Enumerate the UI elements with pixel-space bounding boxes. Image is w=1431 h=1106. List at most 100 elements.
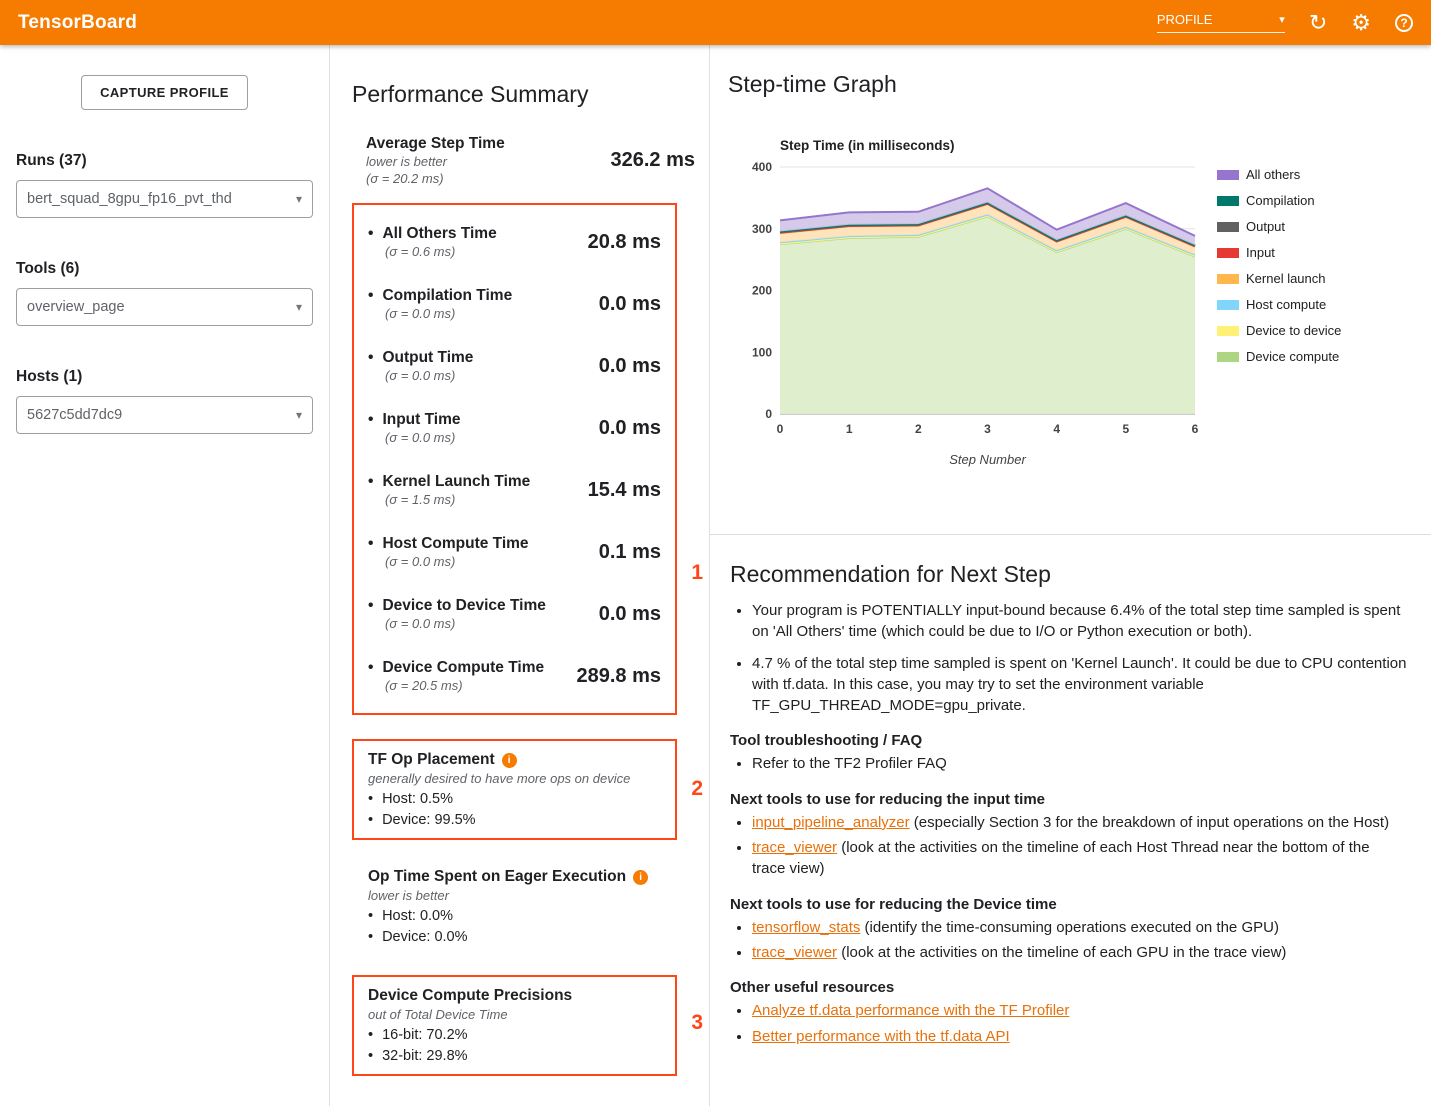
average-step-time-row: Average Step Time lower is better (σ = 2… xyxy=(366,134,695,187)
hosts-select-value: 5627c5dd7dc9 xyxy=(27,407,122,423)
faq-item: Refer to the TF2 Profiler FAQ xyxy=(752,753,1407,774)
annotation-box-2: 2 TF Op Placement i generally desired to… xyxy=(352,739,677,840)
dashboard-select[interactable]: PROFILE ▾ xyxy=(1157,12,1285,33)
tool-item: tensorflow_stats (identify the time-cons… xyxy=(752,917,1407,938)
main-layout: CAPTURE PROFILE Runs (37) bert_squad_8gp… xyxy=(0,45,1431,1106)
legend-label: Device to device xyxy=(1246,323,1341,338)
info-icon[interactable]: i xyxy=(502,753,517,768)
metric-row: Input Time (σ = 0.0 ms) 0.0 ms xyxy=(368,397,661,459)
chevron-down-icon: ▾ xyxy=(296,300,302,314)
legend-item: Kernel launch xyxy=(1217,271,1341,286)
annotation-number-3: 3 xyxy=(691,1011,703,1035)
precisions-title: Device Compute Precisions xyxy=(368,987,661,1005)
legend-label: Compilation xyxy=(1246,193,1315,208)
metric-name: Kernel Launch Time xyxy=(368,472,530,491)
svg-text:2: 2 xyxy=(915,422,922,436)
right-panel: Step-time Graph Step Time (in millisecon… xyxy=(710,45,1431,1106)
svg-text:0: 0 xyxy=(777,422,784,436)
app-title: TensorBoard xyxy=(18,12,137,34)
metric-row: Device to Device Time (σ = 0.0 ms) 0.0 m… xyxy=(368,583,661,645)
metric-row: Device Compute Time (σ = 20.5 ms) 289.8 … xyxy=(368,645,661,707)
capture-profile-button[interactable]: CAPTURE PROFILE xyxy=(81,75,248,110)
legend-swatch xyxy=(1217,352,1239,362)
reload-icon[interactable]: ↻ xyxy=(1309,12,1327,34)
svg-text:Step Number: Step Number xyxy=(949,452,1026,467)
settings-gear-icon[interactable]: ⚙ xyxy=(1351,12,1371,34)
performance-summary-panel: Performance Summary Average Step Time lo… xyxy=(330,45,710,1106)
trace-viewer-link[interactable]: trace_viewer xyxy=(752,944,837,961)
chevron-down-icon: ▾ xyxy=(1279,13,1285,26)
hosts-select[interactable]: 5627c5dd7dc9 ▾ xyxy=(16,396,313,434)
metric-name: Output Time xyxy=(368,348,473,367)
svg-text:3: 3 xyxy=(984,422,991,436)
annotation-number-2: 2 xyxy=(691,777,703,801)
metric-sigma: (σ = 20.2 ms) xyxy=(366,170,505,187)
svg-text:6: 6 xyxy=(1192,422,1199,436)
legend-label: Device compute xyxy=(1246,349,1339,364)
legend-swatch xyxy=(1217,300,1239,310)
tools-select[interactable]: overview_page ▾ xyxy=(16,288,313,326)
legend-item: Input xyxy=(1217,245,1341,260)
legend-item: Host compute xyxy=(1217,297,1341,312)
legend-swatch xyxy=(1217,248,1239,258)
legend-label: All others xyxy=(1246,167,1300,182)
tf-op-placement-device: Device: 99.5% xyxy=(368,812,661,828)
legend-swatch xyxy=(1217,170,1239,180)
metric-value: 20.8 ms xyxy=(588,231,661,254)
svg-text:1: 1 xyxy=(846,422,853,436)
metric-value: 0.1 ms xyxy=(599,541,661,564)
metric-row: Kernel Launch Time (σ = 1.5 ms) 15.4 ms xyxy=(368,459,661,521)
recommendation-bullet: 4.7 % of the total step time sampled is … xyxy=(752,653,1407,717)
step-time-graph-section: Step-time Graph Step Time (in millisecon… xyxy=(710,45,1431,535)
help-icon[interactable]: ? xyxy=(1395,14,1413,32)
metric-sigma: (σ = 0.0 ms) xyxy=(385,305,512,322)
metric-name: Device to Device Time xyxy=(368,596,546,615)
metric-value: 15.4 ms xyxy=(588,479,661,502)
metric-value: 0.0 ms xyxy=(599,417,661,440)
legend-swatch xyxy=(1217,326,1239,336)
metric-sigma: (σ = 0.0 ms) xyxy=(385,615,546,632)
recommendation-title: Recommendation for Next Step xyxy=(730,561,1407,588)
input-pipeline-analyzer-link[interactable]: input_pipeline_analyzer xyxy=(752,814,910,831)
svg-text:100: 100 xyxy=(752,345,772,359)
trace-viewer-link[interactable]: trace_viewer xyxy=(752,839,837,856)
metric-note: lower is better xyxy=(366,153,505,170)
legend-item: Device compute xyxy=(1217,349,1341,364)
hosts-label: Hosts (1) xyxy=(16,368,313,386)
sidebar: CAPTURE PROFILE Runs (37) bert_squad_8gp… xyxy=(0,45,330,1106)
info-icon[interactable]: i xyxy=(633,870,648,885)
metric-value: 0.0 ms xyxy=(599,293,661,316)
tfdata-api-link[interactable]: Better performance with the tf.data API xyxy=(752,1028,1010,1045)
eager-device: Device: 0.0% xyxy=(368,929,693,945)
annotation-box-1: 1 All Others Time (σ = 0.6 ms) 20.8 ms C… xyxy=(352,203,677,715)
tf-op-placement-title: TF Op Placement i xyxy=(368,751,661,769)
metric-value: 326.2 ms xyxy=(610,149,695,172)
step-time-chart: 01002003004000123456Step Number xyxy=(730,157,1205,474)
tf-op-placement-note: generally desired to have more ops on de… xyxy=(368,771,661,786)
metric-sigma: (σ = 0.0 ms) xyxy=(385,367,473,384)
annotation-number-1: 1 xyxy=(691,561,703,585)
metric-name: Input Time xyxy=(368,410,461,429)
tools-label: Tools (6) xyxy=(16,260,313,278)
legend-label: Input xyxy=(1246,245,1275,260)
runs-label: Runs (37) xyxy=(16,152,313,170)
tfdata-profiler-link[interactable]: Analyze tf.data performance with the TF … xyxy=(752,1002,1069,1019)
chevron-down-icon: ▾ xyxy=(296,192,302,206)
input-tools-heading: Next tools to use for reducing the input… xyxy=(730,791,1407,808)
performance-summary-title: Performance Summary xyxy=(352,81,709,108)
metric-sigma: (σ = 0.6 ms) xyxy=(385,243,497,260)
runs-select[interactable]: bert_squad_8gpu_fp16_pvt_thd ▾ xyxy=(16,180,313,218)
metric-row: Host Compute Time (σ = 0.0 ms) 0.1 ms xyxy=(368,521,661,583)
resource-item: Analyze tf.data performance with the TF … xyxy=(752,1000,1407,1021)
recommendation-bullets: Your program is POTENTIALLY input-bound … xyxy=(730,600,1407,716)
legend-swatch xyxy=(1217,196,1239,206)
runs-select-value: bert_squad_8gpu_fp16_pvt_thd xyxy=(27,191,232,207)
device-tools-heading: Next tools to use for reducing the Devic… xyxy=(730,896,1407,913)
legend-label: Host compute xyxy=(1246,297,1326,312)
faq-heading: Tool troubleshooting / FAQ xyxy=(730,732,1407,749)
tensorflow-stats-link[interactable]: tensorflow_stats xyxy=(752,919,860,936)
precisions-note: out of Total Device Time xyxy=(368,1007,661,1022)
tools-select-value: overview_page xyxy=(27,299,125,315)
metric-name: Host Compute Time xyxy=(368,534,529,553)
metric-name: All Others Time xyxy=(368,224,497,243)
